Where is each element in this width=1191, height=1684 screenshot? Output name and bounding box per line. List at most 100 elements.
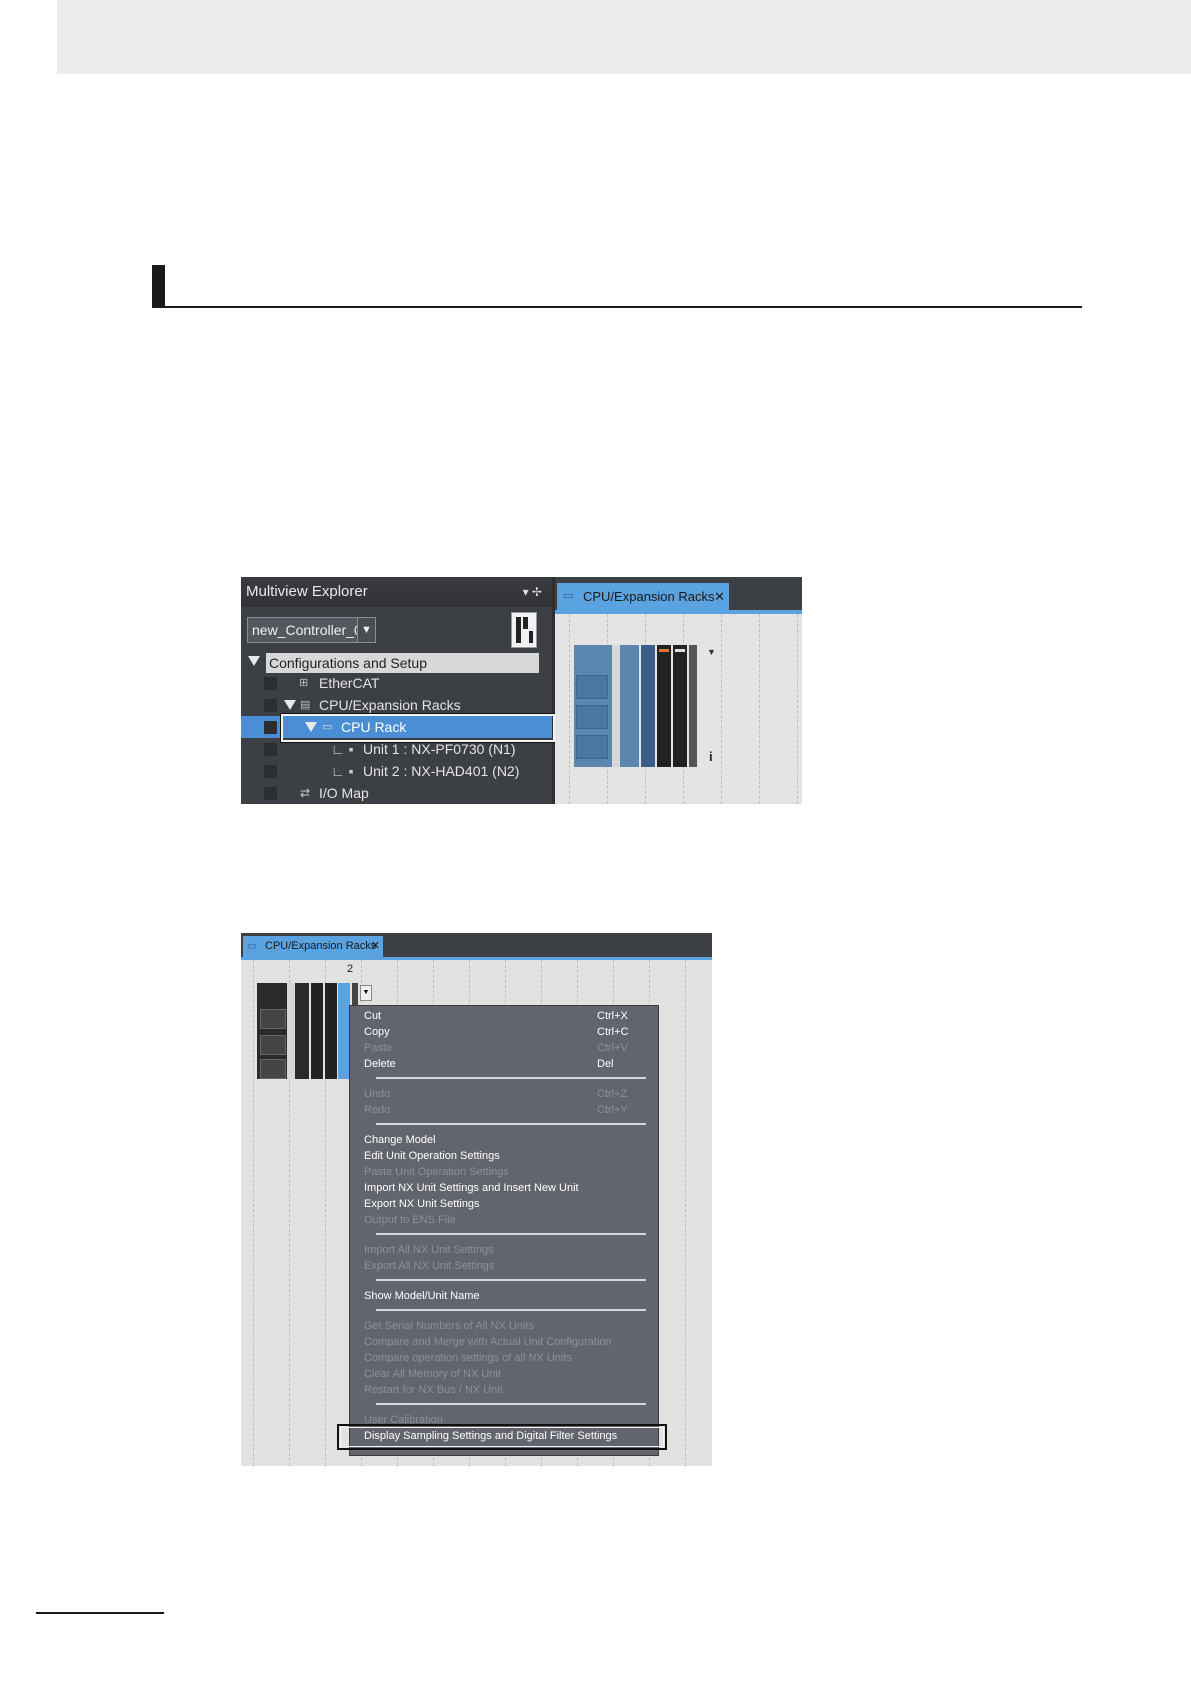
tree-item-unit-2[interactable]: ∟ ▪ Unit 2 : NX-HAD401 (N2): [241, 760, 552, 782]
grid-line: [759, 614, 760, 804]
menu-item-redo: Redo Ctrl+Y: [364, 1102, 644, 1118]
nx-unit-slot-1[interactable]: [311, 983, 323, 1079]
menu-item-restart-nx-bus: Restart for NX Bus / NX Unit: [364, 1382, 644, 1398]
menu-item-output-to-ens-file: Output to ENS File: [364, 1212, 644, 1228]
menu-item-label: Restart for NX Bus / NX Unit: [364, 1384, 503, 1396]
menu-item-label: Get Serial Numbers of All NX Units: [364, 1320, 534, 1332]
menu-item-compare-and-merge: Compare and Merge with Actual Unit Confi…: [364, 1334, 644, 1350]
menu-item-label: Delete: [364, 1058, 396, 1070]
tree-item-label: EtherCAT: [319, 675, 380, 691]
menu-item-label: Compare and Merge with Actual Unit Confi…: [364, 1336, 612, 1348]
rack-editor-view: ▭ CPU/Expansion Racks ✕ ▼ i: [555, 577, 802, 804]
menu-separator: [376, 1123, 646, 1125]
cpu-unit[interactable]: [574, 645, 639, 767]
footer-rule: [36, 1612, 164, 1614]
controller-select[interactable]: new_Controller_0: [247, 617, 374, 643]
tree-checkbox[interactable]: [264, 765, 277, 778]
menu-item-label: Output to ENS File: [364, 1214, 456, 1226]
chevron-down-icon[interactable]: ▼: [357, 617, 376, 643]
menu-item-shortcut: Ctrl+X: [597, 1010, 628, 1022]
tree-checkbox[interactable]: [264, 699, 277, 712]
close-icon[interactable]: ✕: [714, 583, 725, 610]
menu-item-label: Import NX Unit Settings and Insert New U…: [364, 1182, 579, 1194]
io-map-icon: ⇄: [300, 786, 311, 800]
menu-item-paste: Paste Ctrl+V: [364, 1040, 644, 1056]
tab-label: CPU/Expansion Racks: [583, 589, 715, 604]
rack-tab-icon: ▭: [247, 941, 257, 952]
menu-separator: [376, 1309, 646, 1311]
ethercat-icon: ⊞: [299, 677, 309, 689]
menu-item-label: Compare operation settings of all NX Uni…: [364, 1352, 572, 1364]
menu-item-label: Clear All Memory of NX Unit: [364, 1368, 501, 1380]
menu-item-label: Copy: [364, 1026, 390, 1038]
menu-item-label: Export NX Unit Settings: [364, 1198, 480, 1210]
tree-checkbox[interactable]: [264, 677, 277, 690]
end-cover: [352, 983, 358, 1005]
screenshot-rack-context-menu: ▭ CPU/Expansion Racks ✕ 2 ▼ Cut Ctrl+X Co…: [241, 933, 712, 1466]
cpu-unit[interactable]: [257, 983, 309, 1079]
end-cover: [689, 645, 697, 767]
tab-underline: [555, 610, 802, 614]
grid-line: [721, 614, 722, 804]
tree-checkbox[interactable]: [264, 743, 277, 756]
menu-item-label: Undo: [364, 1088, 391, 1100]
dropdown-arrow-icon[interactable]: ▼: [707, 647, 716, 657]
menu-item-shortcut: Ctrl+Y: [597, 1104, 628, 1116]
menu-item-get-serial-numbers: Get Serial Numbers of All NX Units: [364, 1318, 644, 1334]
tree-item-configurations[interactable]: Configurations and Setup: [241, 650, 552, 673]
tree-checkbox[interactable]: [264, 787, 277, 800]
close-icon[interactable]: ✕: [371, 936, 380, 957]
info-icon[interactable]: i: [709, 749, 713, 764]
multiview-explorer-panel: Multiview Explorer ▾ ✢ new_Controller_0 …: [241, 577, 552, 804]
tree-item-io-map[interactable]: ⇄ I/O Map: [241, 782, 552, 804]
grid-line: [797, 614, 798, 804]
menu-item-cut[interactable]: Cut Ctrl+X: [364, 1008, 644, 1024]
tree-item-label: I/O Map: [319, 785, 369, 801]
tab-cpu-expansion-racks[interactable]: ▭ CPU/Expansion Racks ✕: [557, 583, 729, 610]
menu-item-shortcut: Ctrl+V: [597, 1042, 628, 1054]
context-menu: Cut Ctrl+X Copy Ctrl+C Paste Ctrl+V Delete D…: [349, 1005, 659, 1456]
menu-item-compare-operation-settings: Compare operation settings of all NX Uni…: [364, 1350, 644, 1366]
menu-item-export-nx-unit-settings[interactable]: Export NX Unit Settings: [364, 1196, 644, 1212]
tree-item-label: CPU/Expansion Racks: [319, 697, 461, 713]
menu-item-change-model[interactable]: Change Model: [364, 1132, 644, 1148]
tab-label: CPU/Expansion Racks: [265, 940, 377, 952]
section-heading-rule: [152, 306, 1082, 308]
chevron-down-icon[interactable]: ▼: [360, 985, 372, 1001]
menu-item-copy[interactable]: Copy Ctrl+C: [364, 1024, 644, 1040]
tree-item-label: Configurations and Setup: [266, 653, 539, 673]
menu-item-edit-unit-operation-settings[interactable]: Edit Unit Operation Settings: [364, 1148, 644, 1164]
menu-item-label: Show Model/Unit Name: [364, 1290, 480, 1302]
menu-item-label: Paste: [364, 1042, 393, 1054]
nx-unit-slot-3[interactable]: [673, 645, 687, 767]
tab-cpu-expansion-racks[interactable]: ▭ CPU/Expansion Racks ✕: [243, 936, 383, 957]
grid-line: [253, 960, 254, 1466]
menu-item-delete[interactable]: Delete Del: [364, 1056, 644, 1072]
grid-line: [685, 960, 686, 1466]
menu-item-export-all-nx-unit-settings: Export All NX Unit Settings: [364, 1258, 644, 1274]
expand-icon[interactable]: [284, 700, 296, 710]
pin-icon[interactable]: ▾ ✢: [523, 577, 542, 607]
menu-item-import-nx-unit-settings[interactable]: Import NX Unit Settings and Insert New U…: [364, 1180, 644, 1196]
menu-item-show-model-unit-name[interactable]: Show Model/Unit Name: [364, 1288, 644, 1304]
menu-separator: [376, 1279, 646, 1281]
nx-unit-slot-2[interactable]: [657, 645, 671, 767]
menu-item-label: Import All NX Unit Settings: [364, 1244, 494, 1256]
expand-icon[interactable]: [248, 656, 260, 666]
nx-unit-slot-2[interactable]: [325, 983, 337, 1079]
tree-item-ethercat[interactable]: ⊞ EtherCAT: [241, 672, 552, 694]
unit-number-label: 2: [347, 963, 354, 975]
multiview-title: Multiview Explorer: [246, 583, 368, 600]
cpu-rack-highlight-box: [280, 713, 556, 743]
nx-unit-slot-1[interactable]: [641, 645, 655, 767]
tree-item-cpu-expansion-racks[interactable]: ▤ CPU/Expansion Racks: [241, 694, 552, 716]
page-header-band: [57, 0, 1191, 74]
multiview-title-bar: Multiview Explorer ▾ ✢: [241, 577, 552, 607]
tree-checkbox[interactable]: [264, 721, 277, 734]
section-heading-marker: [152, 265, 165, 308]
menu-item-paste-unit-operation-settings: Paste Unit Operation Settings: [364, 1164, 644, 1180]
controller-status-icon[interactable]: [511, 612, 537, 648]
menu-item-shortcut: Ctrl+C: [597, 1026, 629, 1038]
menu-item-label: Export All NX Unit Settings: [364, 1260, 495, 1272]
screenshot-multiview-explorer: Multiview Explorer ▾ ✢ new_Controller_0 …: [241, 577, 802, 804]
